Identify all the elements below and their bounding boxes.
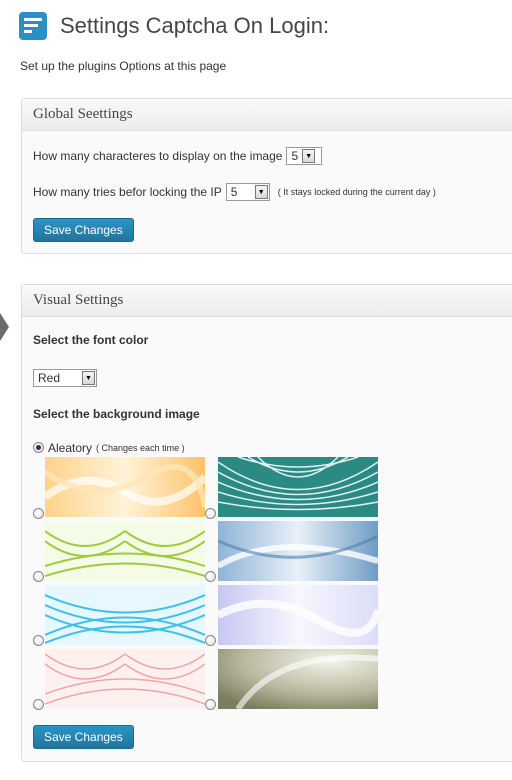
aleatory-note: ( Changes each time ) (96, 443, 185, 453)
visual-settings-title: Visual Settings (33, 292, 124, 308)
visual-settings-header: Visual Settings (22, 285, 512, 317)
bg-radio-4[interactable] (205, 571, 216, 582)
bg-thumb-lavender[interactable] (218, 585, 378, 645)
page-header: Settings Captcha On Login: (18, 8, 329, 44)
bg-thumb-olive[interactable] (218, 649, 378, 709)
page-subtitle: Set up the plugins Options at this page (20, 59, 227, 73)
bg-thumb-blue[interactable] (218, 521, 378, 581)
bg-radio-2[interactable] (205, 508, 216, 519)
bg-radio-6[interactable] (205, 635, 216, 646)
chevron-down-icon: ▼ (254, 185, 268, 199)
chevron-down-icon: ▼ (82, 371, 95, 385)
aleatory-row: Aleatory ( Changes each time ) (48, 441, 185, 455)
global-settings-header: Global Seettings (22, 99, 512, 131)
visual-save-button[interactable]: Save Changes (33, 725, 134, 749)
bg-image-label: Select the background image (33, 407, 200, 421)
bg-radio-8[interactable] (205, 699, 216, 710)
global-save-button[interactable]: Save Changes (33, 218, 134, 242)
bg-thumb-orange[interactable] (45, 457, 205, 517)
page-title: Settings Captcha On Login: (60, 13, 330, 38)
bg-radio-5[interactable] (33, 635, 44, 646)
side-arrow-icon (0, 313, 9, 341)
chars-row: How many characteres to display on the i… (33, 147, 323, 165)
bg-thumb-cyan[interactable] (45, 585, 205, 645)
bg-thumb-pink[interactable] (45, 649, 205, 709)
bg-radio-1[interactable] (33, 508, 44, 519)
bg-radio-3[interactable] (33, 571, 44, 582)
bg-thumb-green[interactable] (45, 521, 205, 581)
settings-logo-icon (19, 12, 47, 40)
chevron-down-icon: ▼ (302, 149, 316, 163)
aleatory-radio[interactable] (33, 442, 44, 453)
tries-note: ( It stays locked during the current day… (277, 187, 436, 197)
tries-select[interactable]: 5 ▼ (225, 183, 270, 201)
font-color-row: Red ▼ (33, 369, 97, 387)
font-color-select[interactable]: Red ▼ (33, 369, 97, 387)
chars-select-value: 5 (291, 149, 299, 163)
tries-row: How many tries befor locking the IP 5 ▼ … (33, 183, 436, 201)
visual-settings-panel: Visual Settings Select the font color Re… (21, 284, 512, 762)
tries-label: How many tries befor locking the IP (33, 185, 222, 199)
chars-select[interactable]: 5 ▼ (286, 147, 323, 165)
font-color-label: Select the font color (33, 333, 149, 347)
global-settings-title: Global Seettings (33, 106, 133, 122)
font-color-value: Red (38, 371, 61, 385)
global-settings-panel: Global Seettings How many characteres to… (21, 98, 512, 254)
bg-thumb-teal[interactable] (218, 457, 378, 517)
aleatory-label: Aleatory (48, 441, 93, 455)
bg-radio-7[interactable] (33, 699, 44, 710)
tries-select-value: 5 (230, 185, 238, 199)
chars-label: How many characteres to display on the i… (33, 149, 283, 163)
